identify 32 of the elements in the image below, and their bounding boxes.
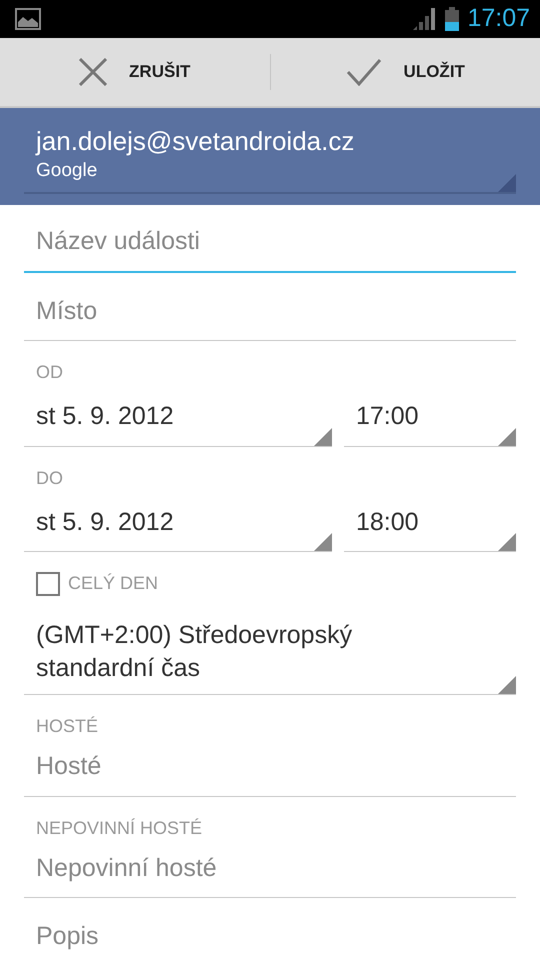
account-type: Google — [36, 159, 98, 184]
checkbox[interactable] — [36, 572, 60, 596]
checkmark-icon — [346, 58, 382, 86]
spinner-corner-icon — [498, 533, 516, 551]
status-time: 17:07 — [467, 3, 530, 34]
text-field[interactable]: Název události — [24, 215, 516, 272]
battery-icon — [445, 7, 460, 31]
account-email: jan.dolejs@svetandroida.cz — [36, 126, 356, 158]
date-spinner[interactable]: st 5. 9. 2012 — [24, 390, 332, 446]
cancel-button[interactable]: ZRUŠIT — [0, 38, 270, 106]
spinner-corner-icon — [498, 428, 516, 446]
spinner-corner-icon — [314, 533, 332, 551]
timezone-spinner[interactable]: (GMT+2:00) Středoevropský standardní čas — [24, 611, 516, 695]
spinner-corner-icon — [498, 174, 516, 192]
field-label: DO — [35, 466, 64, 490]
image-notification-icon — [15, 8, 41, 30]
field-label: HOSTÉ — [35, 715, 100, 738]
time-spinner[interactable]: 18:00 — [344, 496, 516, 552]
signal-icon — [413, 8, 438, 30]
text-field[interactable]: Nepovinní hosté — [24, 842, 516, 898]
save-button[interactable]: ULOŽIT — [270, 38, 540, 106]
checkbox-label: CELÝ DEN — [68, 572, 158, 595]
date-spinner[interactable]: st 5. 9. 2012 — [24, 496, 332, 552]
spinner-corner-icon — [498, 676, 516, 694]
text-field[interactable]: Popis — [24, 910, 516, 960]
time-spinner[interactable]: 17:00 — [344, 390, 516, 446]
close-icon — [79, 58, 108, 86]
spinner-corner-icon — [314, 428, 332, 446]
field-label: OD — [35, 361, 64, 384]
text-field[interactable]: Hosté — [24, 740, 516, 796]
text-field[interactable]: Místo — [24, 284, 516, 341]
field-label: NEPOVINNÍ HOSTÉ — [35, 816, 204, 840]
